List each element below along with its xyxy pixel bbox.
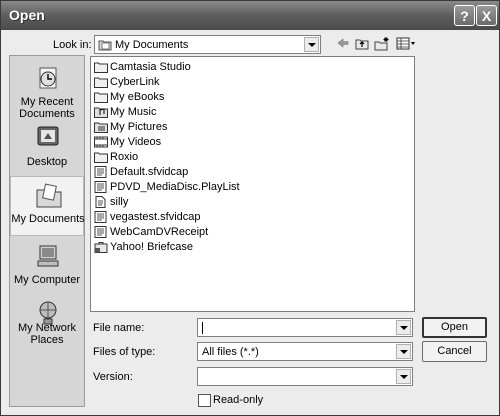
dialog-title: Open bbox=[9, 7, 45, 23]
cancel-button[interactable]: Cancel bbox=[422, 341, 487, 362]
place-label: Desktop bbox=[26, 156, 68, 168]
desktop-icon bbox=[34, 124, 62, 150]
file-name: Default.sfvidcap bbox=[110, 166, 189, 178]
version-label: Version: bbox=[93, 371, 133, 383]
place-my-documents[interactable]: My Documents bbox=[10, 176, 85, 236]
place-label: My Computer bbox=[13, 274, 81, 286]
version-dropdown[interactable] bbox=[197, 367, 413, 386]
file-list[interactable]: Camtasia Studio CyberLink My eBooks My M… bbox=[90, 56, 415, 312]
filename-label: File name: bbox=[93, 322, 145, 334]
file-name: My eBooks bbox=[110, 91, 165, 103]
chevron-down-icon[interactable] bbox=[396, 369, 411, 384]
close-button[interactable]: X bbox=[476, 5, 497, 26]
lookin-value: My Documents bbox=[115, 39, 189, 51]
open-button[interactable]: Open bbox=[422, 317, 487, 338]
file-name: Yahoo! Briefcase bbox=[110, 241, 193, 253]
readonly-checkbox[interactable] bbox=[198, 394, 211, 407]
document-icon bbox=[94, 181, 108, 193]
place-desktop[interactable]: Desktop bbox=[10, 118, 84, 174]
place-my-computer[interactable]: My Computer bbox=[10, 238, 84, 294]
file-name: Camtasia Studio bbox=[110, 61, 191, 73]
filetype-dropdown[interactable]: All files (*.*) bbox=[197, 342, 413, 361]
document-icon bbox=[94, 196, 108, 208]
file-name: CyberLink bbox=[110, 76, 160, 88]
back-arrow-icon[interactable] bbox=[337, 37, 349, 51]
place-my-recent-documents[interactable]: My Recent Documents bbox=[10, 60, 84, 120]
file-name: My Pictures bbox=[110, 121, 168, 133]
places-bar: My Recent Documents Desktop My Documents… bbox=[9, 55, 85, 407]
recent-documents-icon bbox=[34, 66, 62, 92]
lookin-label: Look in: bbox=[53, 39, 92, 51]
chevron-down-icon[interactable] bbox=[396, 320, 411, 335]
up-folder-icon[interactable] bbox=[355, 37, 369, 51]
pictures-folder-icon bbox=[94, 121, 108, 133]
briefcase-icon bbox=[94, 241, 108, 253]
new-folder-icon[interactable] bbox=[374, 37, 390, 51]
filetype-label: Files of type: bbox=[93, 346, 156, 358]
file-name: silly bbox=[110, 196, 129, 208]
chevron-down-icon[interactable] bbox=[304, 37, 319, 52]
filetype-value: All files (*.*) bbox=[202, 346, 259, 358]
document-icon bbox=[94, 211, 108, 223]
music-folder-icon bbox=[94, 106, 108, 118]
videos-folder-icon bbox=[94, 136, 108, 148]
document-icon bbox=[94, 226, 108, 238]
place-label: My Recent Documents bbox=[19, 96, 75, 120]
file-name: PDVD_MediaDisc.PlayList bbox=[110, 181, 240, 193]
file-name: vegastest.sfvidcap bbox=[110, 211, 201, 223]
folder-icon bbox=[94, 76, 108, 88]
file-name: Roxio bbox=[110, 151, 139, 163]
folder-icon bbox=[94, 91, 108, 103]
filename-input[interactable] bbox=[197, 318, 413, 337]
text-cursor bbox=[202, 322, 203, 334]
my-documents-small-icon bbox=[98, 38, 112, 51]
place-label: My Documents bbox=[11, 213, 85, 225]
folder-icon bbox=[94, 61, 108, 73]
place-label: My Network Places bbox=[17, 322, 77, 346]
view-menu-icon[interactable] bbox=[396, 37, 416, 51]
file-name: My Music bbox=[110, 106, 157, 118]
open-dialog: Open ? X Look in: My Documents My Recent… bbox=[0, 0, 500, 416]
document-icon bbox=[94, 166, 108, 178]
lookin-dropdown[interactable]: My Documents bbox=[94, 35, 321, 54]
title-bar: Open ? X bbox=[1, 1, 499, 30]
file-name: WebCamDVReceipt bbox=[110, 226, 209, 238]
file-name: My Videos bbox=[110, 136, 162, 148]
place-my-network-places[interactable]: My Network Places bbox=[10, 294, 84, 354]
chevron-down-icon[interactable] bbox=[396, 344, 411, 359]
readonly-label: Read-only bbox=[213, 394, 264, 406]
my-computer-icon bbox=[34, 244, 62, 270]
folder-icon bbox=[94, 151, 108, 163]
my-documents-icon bbox=[35, 183, 63, 209]
help-button[interactable]: ? bbox=[454, 5, 475, 26]
